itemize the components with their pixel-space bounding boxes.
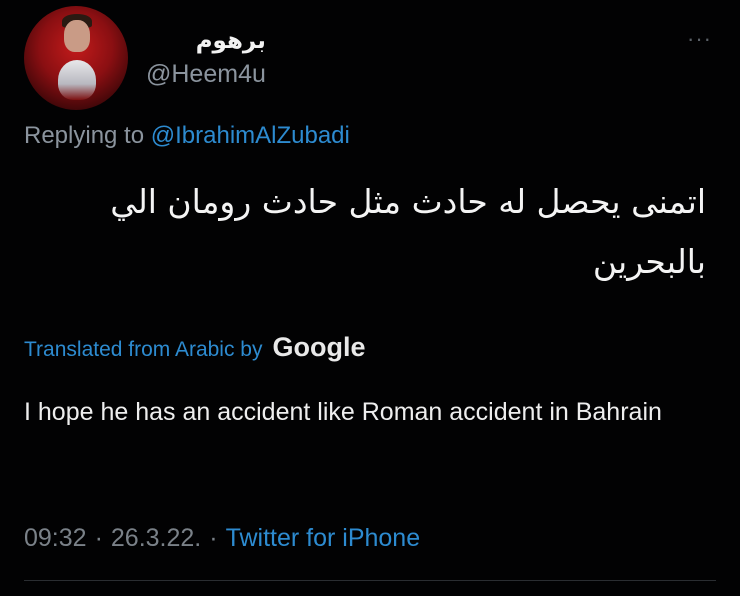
meta-separator: · xyxy=(209,524,218,552)
replying-to: Replying to @IbrahimAlZubadi xyxy=(24,122,350,150)
divider xyxy=(24,580,716,581)
avatar-face xyxy=(64,20,90,52)
helmet-icon xyxy=(58,60,96,100)
tweet-date[interactable]: 26.3.22. xyxy=(111,524,201,553)
tweet-header: برهوم @Heem4u xyxy=(24,6,266,110)
translated-from-link[interactable]: Translated from Arabic by xyxy=(24,338,263,362)
replying-prefix: Replying to xyxy=(24,122,151,149)
tweet-card: برهوم @Heem4u ··· Replying to @IbrahimAl… xyxy=(0,0,740,596)
reply-mention-link[interactable]: @IbrahimAlZubadi xyxy=(151,122,350,149)
tweet-time[interactable]: 09:32 xyxy=(24,524,87,553)
display-name[interactable]: برهوم xyxy=(146,26,266,56)
translation-attribution: Translated from Arabic by Google xyxy=(24,332,366,363)
user-handle[interactable]: @Heem4u xyxy=(146,58,266,90)
user-names: برهوم @Heem4u xyxy=(146,26,266,90)
tweet-metadata: 09:32 · 26.3.22. · Twitter for iPhone xyxy=(24,524,420,553)
tweet-source-link[interactable]: Twitter for iPhone xyxy=(226,524,421,553)
more-options-icon[interactable]: ··· xyxy=(687,26,712,52)
translated-text: I hope he has an accident like Roman acc… xyxy=(24,398,662,426)
avatar[interactable] xyxy=(24,6,128,110)
google-logo: Google xyxy=(272,332,366,362)
meta-separator: · xyxy=(94,524,103,552)
tweet-text: اتمنى يحصل له حادث مثل حادث رومان الي با… xyxy=(110,182,706,281)
